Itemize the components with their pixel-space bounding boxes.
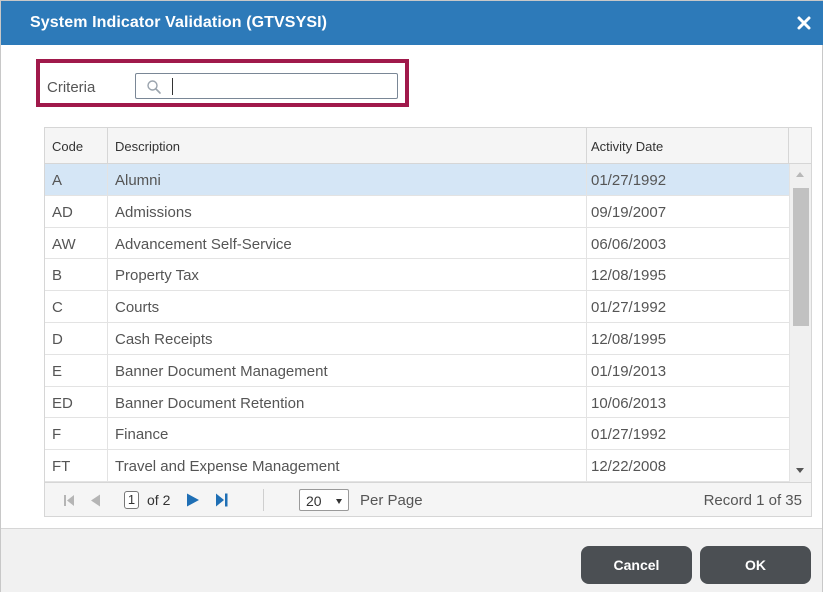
description-cell: Travel and Expense Management: [108, 450, 587, 481]
results-grid: Code Description Activity Date A Alumni …: [44, 127, 812, 517]
description-cell: Property Tax: [108, 259, 587, 291]
criteria-search-field[interactable]: [135, 73, 398, 99]
dialog-title: System Indicator Validation (GTVSYSI): [30, 14, 328, 31]
scroll-down-icon[interactable]: [796, 468, 804, 473]
code-cell: A: [45, 164, 108, 195]
activity-date-cell: 01/19/2013: [591, 362, 667, 380]
code-cell: B: [45, 259, 108, 291]
code-cell: AW: [45, 227, 108, 259]
column-header-description[interactable]: Description: [108, 128, 587, 164]
page-count-text: of 2: [147, 492, 171, 508]
dialog-footer: Cancel OK: [1, 528, 822, 592]
pagination-bar: 1 of 2 20 Per Page Record 1 of 35: [45, 482, 811, 516]
table-row[interactable]: ED Banner Document Retention 10/06/2013: [45, 386, 789, 419]
record-count-text: Record 1 of 35: [703, 492, 802, 509]
activity-date-cell: 01/27/1992: [591, 299, 667, 317]
scroll-up-icon[interactable]: [796, 172, 804, 177]
table-row[interactable]: FT Travel and Expense Management 12/22/2…: [45, 450, 789, 482]
description-cell: Admissions: [108, 195, 587, 227]
close-icon[interactable]: [793, 12, 815, 34]
code-cell: AD: [45, 195, 108, 227]
per-page-label: Per Page: [360, 492, 423, 509]
table-row[interactable]: AW Advancement Self-Service 06/06/2003: [45, 227, 789, 260]
column-header-activity-date[interactable]: Activity Date: [587, 128, 789, 164]
activity-date-cell: 10/06/2013: [591, 394, 667, 412]
table-row[interactable]: C Courts 01/27/1992: [45, 291, 789, 323]
activity-date-cell: 12/08/1995: [591, 267, 667, 285]
table-row[interactable]: A Alumni 01/27/1992: [45, 164, 789, 196]
code-cell: ED: [45, 386, 108, 418]
grid-rows: A Alumni 01/27/1992 AD Admissions 09/19/…: [45, 164, 789, 482]
dialog-titlebar: System Indicator Validation (GTVSYSI): [1, 1, 823, 45]
ok-button[interactable]: OK: [700, 546, 811, 584]
last-page-icon[interactable]: [215, 493, 229, 507]
table-row[interactable]: AD Admissions 09/19/2007: [45, 195, 789, 228]
description-cell: Advancement Self-Service: [108, 227, 587, 259]
code-cell: C: [45, 291, 108, 322]
description-cell: Courts: [108, 291, 587, 322]
next-page-icon[interactable]: [186, 493, 200, 507]
description-cell: Cash Receipts: [108, 322, 587, 354]
page-size-value: 20: [306, 493, 322, 509]
pager-divider: [263, 489, 264, 511]
activity-date-cell: 12/22/2008: [591, 458, 667, 476]
activity-date-cell: 01/27/1992: [591, 426, 667, 444]
chevron-down-icon: [336, 499, 342, 504]
table-row[interactable]: B Property Tax 12/08/1995: [45, 259, 789, 292]
table-row[interactable]: E Banner Document Management 01/19/2013: [45, 354, 789, 387]
scroll-thumb[interactable]: [793, 188, 809, 326]
page-size-select[interactable]: 20: [299, 489, 349, 511]
activity-date-cell: 09/19/2007: [591, 203, 667, 221]
cancel-button[interactable]: Cancel: [581, 546, 692, 584]
code-cell: F: [45, 418, 108, 450]
criteria-label: Criteria: [47, 79, 96, 96]
previous-page-icon[interactable]: [89, 494, 101, 507]
description-cell: Banner Document Management: [108, 354, 587, 386]
code-cell: E: [45, 354, 108, 386]
description-cell: Banner Document Retention: [108, 386, 587, 418]
first-page-icon[interactable]: [63, 494, 75, 507]
description-cell: Alumni: [108, 164, 587, 195]
code-cell: FT: [45, 450, 108, 481]
validation-dialog: System Indicator Validation (GTVSYSI) Cr…: [0, 0, 823, 592]
current-page-input[interactable]: 1: [124, 491, 139, 509]
grid-header: Code Description Activity Date: [45, 128, 811, 164]
activity-date-cell: 01/27/1992: [591, 172, 667, 189]
activity-date-cell: 06/06/2003: [591, 235, 667, 253]
criteria-input[interactable]: [174, 76, 394, 96]
description-cell: Finance: [108, 418, 587, 450]
activity-date-cell: 12/08/1995: [591, 330, 667, 348]
table-row[interactable]: D Cash Receipts 12/08/1995: [45, 322, 789, 355]
vertical-scrollbar[interactable]: [789, 164, 811, 482]
table-row[interactable]: F Finance 01/27/1992: [45, 418, 789, 451]
column-header-code[interactable]: Code: [45, 128, 108, 164]
text-caret: [172, 78, 173, 95]
search-icon: [146, 79, 162, 95]
header-scroll-spacer: [789, 128, 811, 164]
code-cell: D: [45, 322, 108, 354]
